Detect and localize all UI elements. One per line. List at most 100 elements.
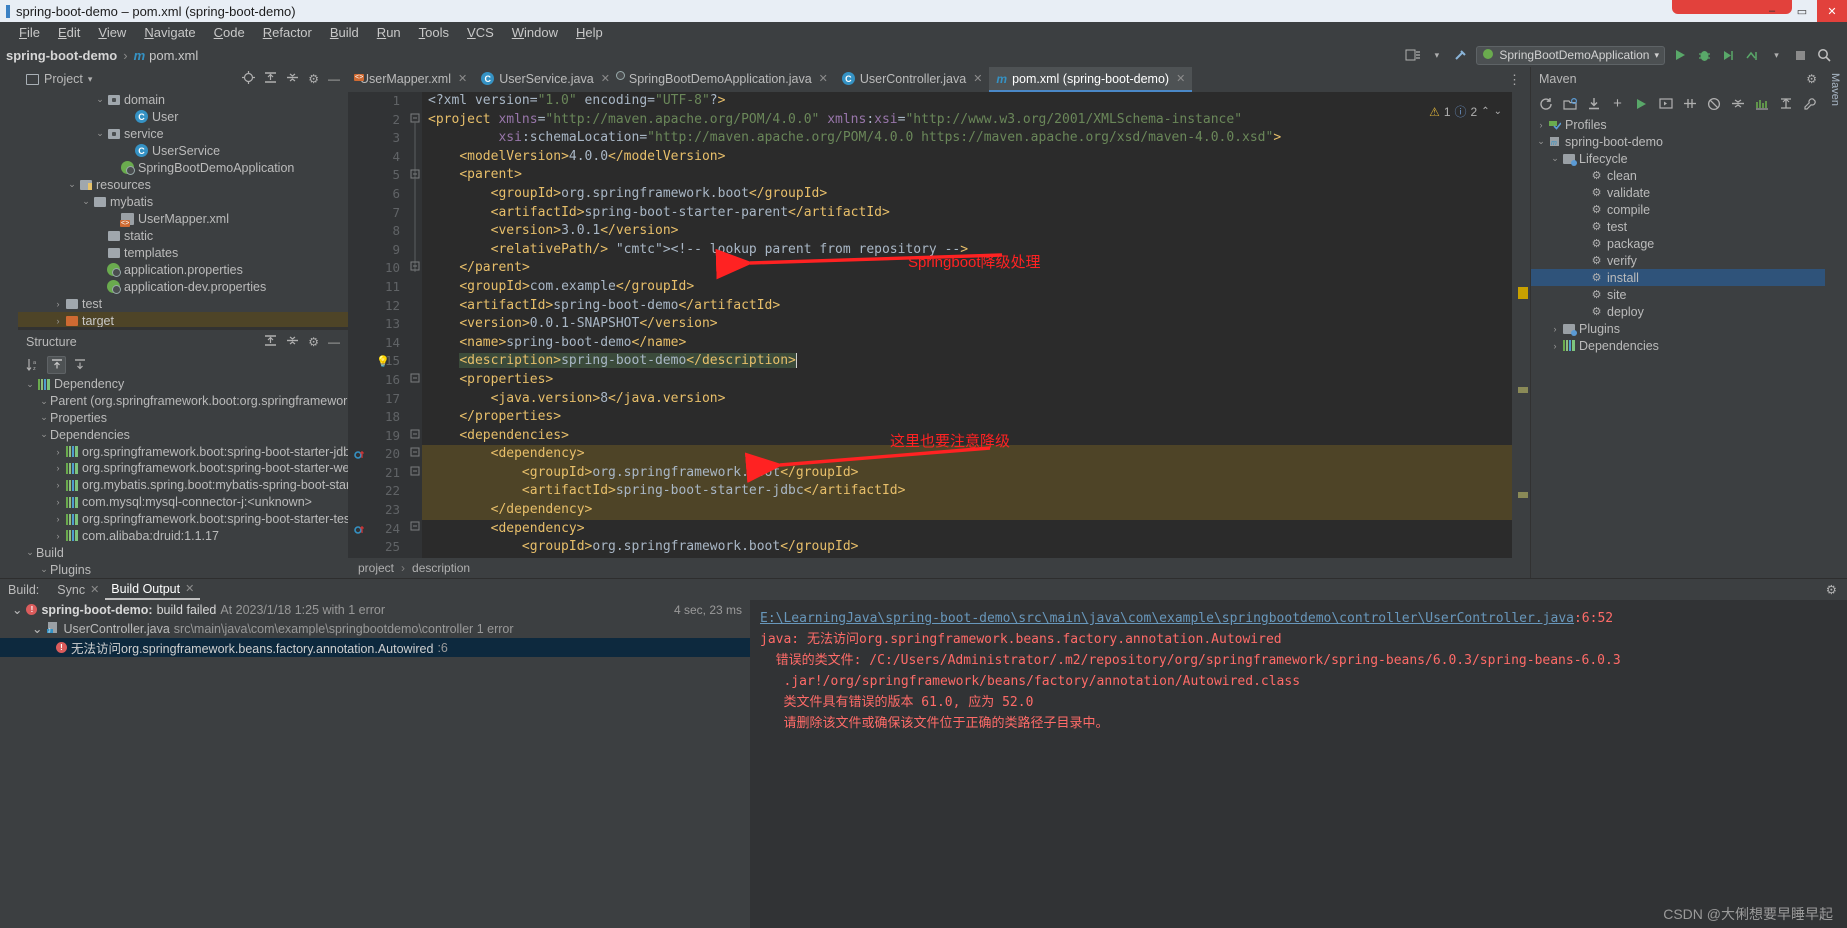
structure-toolbar[interactable]: az: [18, 353, 348, 376]
structure-tree-item[interactable]: › org.springframework.boot:spring-boot-st…: [18, 443, 349, 460]
settings-icon[interactable]: ⚙: [308, 72, 319, 86]
show-diagram-icon[interactable]: [1778, 96, 1793, 111]
left-tool-strip[interactable]: Project: [0, 67, 18, 578]
code-line[interactable]: <?xml version="1.0" encoding="UTF-8"?>: [422, 92, 1512, 111]
hide-icon[interactable]: —: [328, 335, 340, 349]
build-tab-bar[interactable]: Build: Sync ✕ Build Output ✕ ⚙: [0, 579, 1847, 600]
close-icon[interactable]: ✕: [1176, 72, 1185, 85]
build-tree-row[interactable]: ⌄ J UserController.java src\main\java\com\…: [0, 619, 750, 638]
run-icon[interactable]: [1634, 96, 1649, 111]
expand-all-icon[interactable]: [264, 334, 277, 350]
maximize-button[interactable]: ▭: [1787, 0, 1817, 22]
collapse-arrow-icon[interactable]: ⌄: [38, 564, 50, 575]
maven-tree-item[interactable]: ⚙ site: [1531, 286, 1825, 303]
toggle-offline-icon[interactable]: [1706, 96, 1721, 111]
code-line[interactable]: <java.version>8</java.version>: [422, 390, 1512, 409]
menu-item-code[interactable]: Code: [205, 22, 254, 43]
code-line[interactable]: <groupId>org.springframework.boot</group…: [422, 538, 1512, 557]
project-tree-item[interactable]: ⌄ domain: [18, 91, 348, 108]
menu-item-window[interactable]: Window: [503, 22, 567, 43]
close-icon[interactable]: ✕: [601, 72, 610, 85]
maven-tree-item[interactable]: ⌄ Lifecycle: [1531, 150, 1825, 167]
editor-gutter[interactable]: 1 2 3 4 5 6 7 8 9 10 11 12 13 14 15 💡 16 17 18 19 20 21 22 23 24…: [348, 92, 408, 558]
collapse-arrow-icon[interactable]: ⌄: [38, 429, 50, 440]
expand-arrow-icon[interactable]: ›: [52, 463, 64, 473]
collapse-arrow-icon[interactable]: ⌄: [94, 128, 106, 139]
code-line[interactable]: <dependency>: [422, 520, 1512, 539]
expand-arrow-icon[interactable]: ›: [52, 514, 64, 524]
expand-all-icon[interactable]: [264, 71, 277, 87]
code-line[interactable]: <parent>: [422, 166, 1512, 185]
maven-tree-item[interactable]: › Dependencies: [1531, 337, 1825, 354]
code-line[interactable]: </dependency>: [422, 501, 1512, 520]
maven-tree-item[interactable]: ⚙ verify: [1531, 252, 1825, 269]
breadcrumb-project[interactable]: spring-boot-demo: [6, 48, 117, 63]
breadcrumb-file[interactable]: pom.xml: [149, 48, 198, 63]
toggle-skip-tests-icon[interactable]: [1682, 96, 1697, 111]
chevron-down-icon[interactable]: ▾: [1428, 47, 1445, 64]
dependency-navigate-icon[interactable]: [354, 448, 366, 467]
code-line[interactable]: <groupId>com.example</groupId>: [422, 278, 1512, 297]
maven-tree-item[interactable]: ⚙ clean: [1531, 167, 1825, 184]
window-controls[interactable]: – ▭ ✕: [1757, 0, 1847, 22]
menu-item-run[interactable]: Run: [368, 22, 410, 43]
collapse-arrow-icon[interactable]: ⌄: [94, 94, 106, 105]
maven-tree-item[interactable]: ⚙ deploy: [1531, 303, 1825, 320]
project-tree-item[interactable]: ⌄ resources: [18, 176, 348, 193]
editor-tab-usermapper-xml[interactable]: UserMapper.xml ✕: [348, 67, 474, 92]
code-line[interactable]: </properties>: [422, 408, 1512, 427]
right-strip-tab-maven[interactable]: Maven: [1829, 73, 1841, 106]
maven-tree-item[interactable]: ⚙ test: [1531, 218, 1825, 235]
structure-tree-item[interactable]: › org.springframework.boot:spring-boot-st…: [18, 460, 349, 477]
code-line[interactable]: <description>spring-boot-demo</descripti…: [422, 352, 1512, 371]
structure-tree-item[interactable]: › com.mysql:mysql-connector-j:<unknown>: [18, 494, 348, 511]
expand-all-icon[interactable]: [47, 355, 66, 374]
maven-tree-item[interactable]: ⚙ install: [1531, 269, 1825, 286]
close-icon[interactable]: ✕: [185, 582, 194, 595]
expand-arrow-icon[interactable]: ›: [1549, 341, 1561, 351]
project-tree-item[interactable]: ⌄ service: [18, 125, 348, 142]
expand-arrow-icon[interactable]: ›: [52, 531, 64, 541]
structure-tree-item[interactable]: ⌄ Properties: [18, 410, 348, 427]
search-icon[interactable]: [1816, 47, 1833, 64]
code-line[interactable]: <artifactId>spring-boot-starter-parent</…: [422, 204, 1512, 223]
structure-tree-item[interactable]: ⌄ Plugins: [18, 561, 348, 578]
execute-goal-icon[interactable]: [1658, 96, 1673, 111]
code-line[interactable]: <project xmlns="http://maven.apache.org/…: [422, 111, 1512, 130]
maven-tree-item[interactable]: ⚙ package: [1531, 235, 1825, 252]
add-icon[interactable]: +: [1610, 95, 1625, 112]
menu-item-navigate[interactable]: Navigate: [135, 22, 204, 43]
maven-toolbar[interactable]: +: [1531, 91, 1825, 116]
code-line[interactable]: xsi:schemaLocation="http://maven.apache.…: [422, 129, 1512, 148]
right-tool-strip[interactable]: Maven: [1825, 67, 1847, 578]
code-line[interactable]: <properties>: [422, 371, 1512, 390]
structure-tree-item[interactable]: ⌄ Dependencies: [18, 426, 348, 443]
collapse-arrow-icon[interactable]: ⌄: [80, 196, 92, 207]
code-line[interactable]: <name>spring-boot-demo</name>: [422, 334, 1512, 353]
hide-icon[interactable]: —: [328, 72, 340, 86]
project-tree-item[interactable]: templates: [18, 244, 348, 261]
build-tab-build-output[interactable]: Build Output ✕: [105, 579, 201, 600]
expand-arrow-icon[interactable]: ›: [52, 299, 64, 309]
build-tree-row[interactable]: ! 无法访问org.springframework.beans.factory.a…: [0, 638, 750, 657]
project-tree-item[interactable]: › target: [18, 312, 348, 327]
code-line[interactable]: <version>3.0.1</version>: [422, 222, 1512, 241]
next-highlight-icon[interactable]: ⌄: [1494, 106, 1502, 117]
collapse-arrow-icon[interactable]: ⌄: [1535, 136, 1547, 147]
chevron-down-icon[interactable]: ▾: [88, 74, 93, 85]
chevron-down-icon[interactable]: ▾: [1768, 47, 1785, 64]
expand-arrow-icon[interactable]: ›: [52, 316, 64, 326]
collapse-arrow-icon[interactable]: ⌄: [12, 602, 22, 617]
menu-bar[interactable]: File Edit View Navigate Code Refactor Build Run…: [0, 22, 1847, 43]
collapse-all-icon[interactable]: [1730, 96, 1745, 111]
collapse-arrow-icon[interactable]: ⌄: [38, 412, 50, 423]
project-tree-item[interactable]: UserMapper.xml: [18, 210, 348, 227]
maven-tree-item[interactable]: ⌄ m spring-boot-demo: [1531, 133, 1825, 150]
close-icon[interactable]: ✕: [458, 72, 467, 85]
close-icon[interactable]: ✕: [90, 583, 99, 596]
code-line[interactable]: <groupId>org.springframework.boot</group…: [422, 463, 1512, 483]
collapse-all-icon[interactable]: [70, 356, 89, 374]
dependency-navigate-icon[interactable]: [354, 523, 366, 542]
editor-tab-usercontroller-java[interactable]: C UserController.java ✕: [835, 67, 990, 92]
editor-tab-userservice-java[interactable]: C UserService.java ✕: [474, 67, 617, 92]
